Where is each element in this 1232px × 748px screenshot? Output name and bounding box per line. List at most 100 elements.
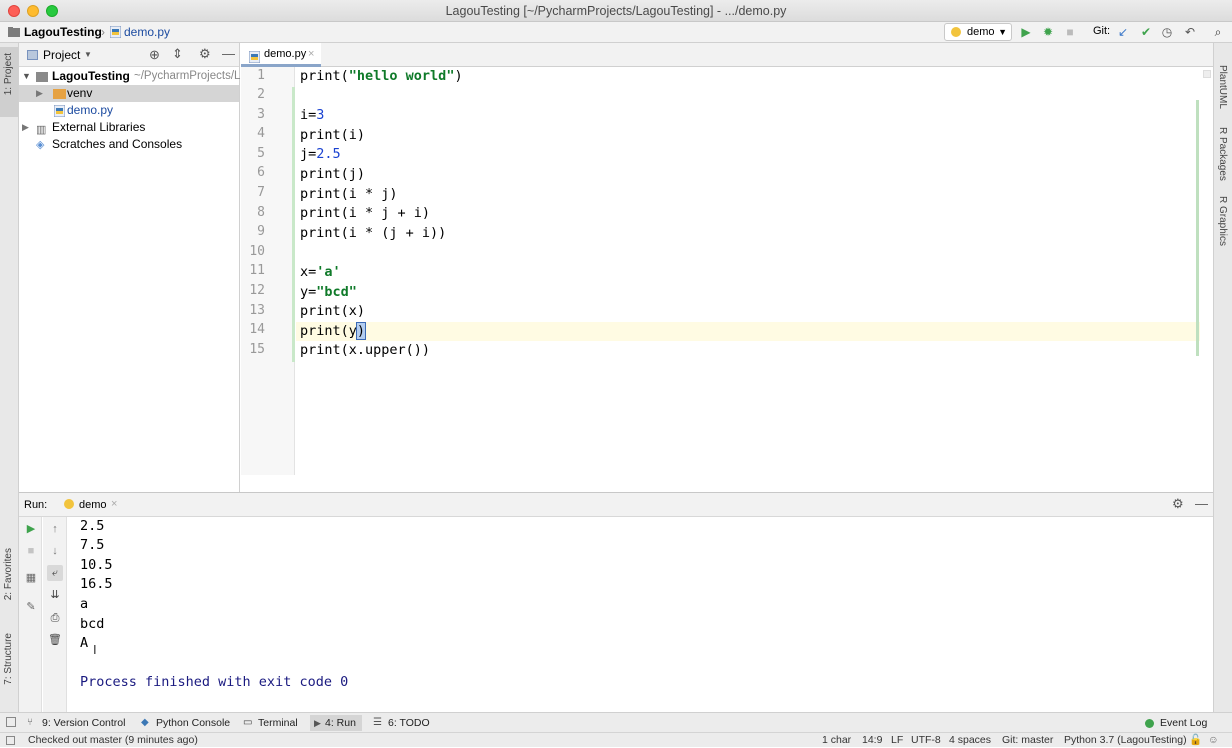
rerun-icon[interactable]: ▶ <box>23 521 39 537</box>
status-interpreter[interactable]: Python 3.7 (LagouTesting) <box>1064 733 1187 748</box>
plantuml-tool-tab[interactable]: PlantUML <box>1217 65 1228 109</box>
stop-icon[interactable]: ■ <box>23 543 39 559</box>
breadcrumb-file[interactable]: demo.py <box>124 25 170 39</box>
output-line: 16.5 <box>80 576 113 592</box>
arrow-down-icon[interactable]: ↓ <box>47 543 63 559</box>
python-console-icon: ◆ <box>141 717 149 728</box>
project-view-select[interactable]: Project <box>43 48 80 62</box>
soft-wrap-icon[interactable]: ⤶ <box>47 565 63 581</box>
close-tab-icon[interactable]: × <box>308 43 314 65</box>
status-caret-position[interactable]: 14:9 <box>862 733 882 748</box>
breadcrumb-project[interactable]: LagouTesting <box>24 25 102 39</box>
close-tab-icon[interactable]: × <box>111 498 117 510</box>
editor-tab-demo-py[interactable]: demo.py × <box>241 43 321 67</box>
hide-panel-icon[interactable]: — <box>222 46 235 61</box>
git-commit-icon[interactable]: ✔ <box>1138 24 1154 40</box>
tree-item-venv[interactable]: ▶ venv <box>19 85 239 102</box>
code-line-14: print(y) <box>300 322 367 341</box>
tool-windows-icon[interactable] <box>6 717 16 727</box>
line-number: 7 <box>257 185 265 200</box>
tab-label: Python Console <box>156 717 231 729</box>
code-line-7: print(i * j) <box>300 186 398 202</box>
editor-tab-label: demo.py <box>264 48 307 60</box>
code-editor[interactable]: print("hello world") i=3 print(i) j=2.5 … <box>296 67 1213 475</box>
status-encoding[interactable]: UTF-8 <box>911 733 941 748</box>
event-log-icon <box>1145 719 1154 728</box>
run-configuration-select[interactable]: demo ▼ <box>944 23 1012 41</box>
locate-icon[interactable]: ⊕ <box>149 47 160 63</box>
code-line-11: x='a' <box>300 263 341 282</box>
tab-python-console[interactable]: ◆ Python Console <box>141 715 230 731</box>
tab-version-control[interactable]: ⑂ 9: Version Control <box>27 715 125 731</box>
tree-item-label: venv <box>67 86 93 100</box>
r-packages-tool-tab[interactable]: R Packages <box>1217 127 1228 181</box>
tab-run[interactable]: ▶ 4: Run <box>310 715 362 731</box>
hide-panel-icon[interactable]: — <box>1195 496 1208 511</box>
navigation-bar: LagouTesting › demo.py demo ▼ ▶ ✹ ■ Git:… <box>0 22 1232 43</box>
window-titlebar: LagouTesting [~/PycharmProjects/LagouTes… <box>0 0 1232 22</box>
code-line-15: print(x.upper()) <box>300 342 431 358</box>
line-number: 4 <box>257 126 265 141</box>
code-line-1: print("hello world") <box>300 67 463 86</box>
run-panel-label: Run: <box>24 499 48 511</box>
status-bar: Checked out master (9 minutes ago) 1 cha… <box>0 732 1232 747</box>
close-window-button[interactable] <box>8 5 20 17</box>
tab-todo[interactable]: ☰ 6: TODO <box>373 715 430 731</box>
status-selection: 1 char <box>822 734 852 746</box>
code-line-5: j=2.5 <box>300 145 341 164</box>
status-toggle-icon[interactable] <box>6 736 15 745</box>
favorites-tool-tab[interactable]: 2: Favorites <box>3 548 14 600</box>
pin-icon[interactable]: ✎ <box>23 599 39 615</box>
debug-icon[interactable]: ✹ <box>1040 24 1056 40</box>
r-graphics-tool-tab[interactable]: R Graphics <box>1217 196 1228 246</box>
status-indent[interactable]: 4 spaces <box>949 733 991 748</box>
stop-icon[interactable]: ■ <box>1062 24 1078 40</box>
gear-icon[interactable]: ⚙ <box>1172 496 1184 512</box>
lock-icon[interactable]: 🔓 <box>1189 733 1202 748</box>
gear-icon[interactable]: ⚙ <box>199 46 211 62</box>
output-line: 2.5 <box>80 518 105 534</box>
output-line: 7.5 <box>80 537 105 553</box>
git-rollback-icon[interactable]: ↶ <box>1182 24 1198 40</box>
tab-label: 6: TODO <box>388 717 430 729</box>
folder-icon <box>53 89 66 99</box>
string-literal: "hello world" <box>348 68 455 84</box>
zoom-window-button[interactable] <box>46 5 58 17</box>
project-tool-tab-label: 1: Project <box>3 53 14 96</box>
trash-icon[interactable]: 🗑 <box>47 632 63 648</box>
status-line-separator[interactable]: LF <box>891 733 903 748</box>
run-tab-demo[interactable]: demo <box>79 499 107 511</box>
minimize-window-button[interactable] <box>27 5 39 17</box>
code-line-13: print(x) <box>300 303 366 319</box>
tab-event-log[interactable]: Event Log <box>1145 715 1207 731</box>
tab-label: 9: Version Control <box>42 717 126 729</box>
tab-label: 4: Run <box>325 717 356 729</box>
arrow-up-icon[interactable]: ↑ <box>47 521 63 537</box>
layout-icon[interactable]: ▦ <box>23 570 39 586</box>
git-update-icon[interactable]: ↙ <box>1115 24 1131 40</box>
scroll-to-end-icon[interactable]: ⇊ <box>47 587 63 603</box>
chevron-down-icon: ▼ <box>84 50 92 59</box>
run-icon[interactable]: ▶ <box>1018 24 1034 40</box>
output-line: 10.5 <box>80 557 113 573</box>
collapse-all-icon[interactable]: ⇕ <box>172 46 183 62</box>
project-tool-tab[interactable]: 1: Project <box>0 47 18 117</box>
scratches-icon: ◈ <box>36 139 45 151</box>
vcs-change-marker <box>292 87 295 362</box>
line-number: 13 <box>249 303 265 318</box>
tab-terminal[interactable]: ▭ Terminal <box>243 715 298 731</box>
print-icon[interactable]: ⎙ <box>47 610 63 626</box>
line-number: 11 <box>249 263 265 278</box>
todo-icon: ☰ <box>373 717 382 728</box>
collapsed-arrow-icon: ▶ <box>36 88 43 98</box>
git-history-icon[interactable]: ◷ <box>1159 24 1175 40</box>
structure-tool-tab[interactable]: 7: Structure <box>3 633 14 685</box>
status-git-branch[interactable]: Git: master <box>1002 733 1053 748</box>
inspection-status-icon[interactable] <box>1203 70 1211 78</box>
inspector-icon[interactable]: ☺ <box>1208 733 1219 748</box>
code-token: y= <box>300 284 317 300</box>
status-message[interactable]: Checked out master (9 minutes ago) <box>28 733 198 748</box>
search-icon[interactable]: ⌕ <box>1210 24 1226 40</box>
tree-item-label: Scratches and Consoles <box>52 137 183 151</box>
tree-item-path: ~/PycharmProjects/L <box>134 70 241 82</box>
